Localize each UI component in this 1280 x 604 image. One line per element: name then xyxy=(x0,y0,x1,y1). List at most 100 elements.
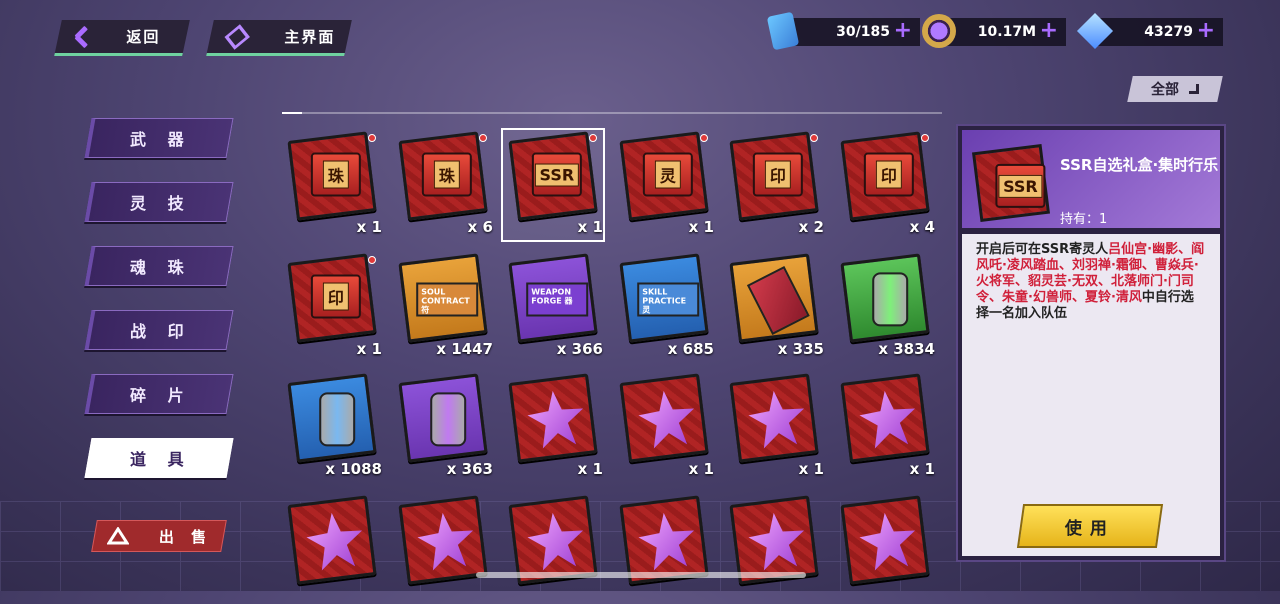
diamond-value: 43279 xyxy=(1144,24,1193,40)
inventory-item[interactable]: x 1 xyxy=(835,372,935,482)
inventory-item[interactable]: 印 x 1 xyxy=(282,252,382,362)
inventory-item[interactable] xyxy=(835,494,935,604)
item-quantity: x 6 xyxy=(467,218,493,236)
tab-soul-beads[interactable]: 魂 珠 xyxy=(84,246,234,286)
desc-prefix: 开启后可在SSR寄灵人 xyxy=(976,242,1109,257)
item-tag: 珠 xyxy=(433,160,460,189)
inventory-item[interactable]: SKILL PRACTICE 灵 x 685 xyxy=(614,252,714,362)
filter-label: 全部 xyxy=(1151,82,1179,98)
item-quantity: x 1 xyxy=(577,460,603,478)
star-shard-icon xyxy=(619,373,709,463)
inventory-item[interactable]: 印 x 2 xyxy=(724,130,824,240)
divider xyxy=(282,112,942,114)
inventory-item[interactable]: x 1088 xyxy=(282,372,382,482)
tab-weapons[interactable]: 武 器 xyxy=(84,118,234,158)
inventory-item[interactable] xyxy=(393,494,493,604)
tab-label: 武 器 xyxy=(129,130,192,149)
inventory-item[interactable]: WEAPON FORGE 器 x 366 xyxy=(503,252,603,362)
inventory-item[interactable]: x 3834 xyxy=(835,252,935,362)
inventory-item[interactable]: 印 x 4 xyxy=(835,130,935,240)
tab-label: 灵 技 xyxy=(129,194,192,213)
gift-box-icon: SSR xyxy=(508,131,598,221)
gift-box-icon: 珠 xyxy=(398,131,488,221)
blue-canister-icon xyxy=(287,373,377,463)
inventory-item[interactable]: x 1 xyxy=(614,372,714,482)
new-badge xyxy=(810,134,818,142)
stamina-value: 30/185 xyxy=(836,24,890,40)
tab-skills[interactable]: 灵 技 xyxy=(84,182,234,222)
inventory-item[interactable]: x 363 xyxy=(393,372,493,482)
book-icon xyxy=(729,253,819,343)
coin-value: 10.17M xyxy=(977,24,1036,40)
tab-label: 魂 珠 xyxy=(129,258,192,277)
diamond-add-button[interactable]: + xyxy=(1197,20,1215,42)
stamina-add-button[interactable]: + xyxy=(894,20,912,42)
stamina-counter: 30/185 + xyxy=(792,18,920,46)
inventory-item[interactable] xyxy=(724,494,824,604)
item-quantity: x 685 xyxy=(667,340,714,358)
ticket-icon: SOUL CONTRACT 符 xyxy=(398,253,488,343)
item-detail-panel: SSR SSR自选礼盒·集时行乐 持有：1 开启后可在SSR寄灵人吕仙宫·幽影、… xyxy=(956,124,1226,562)
item-detail-thumbnail: SSR xyxy=(971,143,1051,223)
sell-label: 出 售 xyxy=(159,527,213,546)
item-quantity: x 1 xyxy=(356,340,382,358)
inventory-item[interactable]: 珠 x 6 xyxy=(393,130,493,240)
inventory-item[interactable] xyxy=(503,494,603,604)
back-button[interactable]: 返回 xyxy=(54,20,190,56)
inventory-item[interactable] xyxy=(614,494,714,604)
star-shard-icon xyxy=(287,495,377,585)
tab-items[interactable]: 道 具 xyxy=(84,438,234,478)
home-diamond-icon xyxy=(224,23,251,50)
item-quantity: x 335 xyxy=(777,340,824,358)
item-quantity: x 3834 xyxy=(878,340,935,358)
coin-add-button[interactable]: + xyxy=(1040,20,1058,42)
item-tag: 灵 xyxy=(654,160,681,189)
tab-label: 战 印 xyxy=(129,322,192,341)
inventory-item[interactable]: x 1 xyxy=(503,372,603,482)
inventory-item[interactable]: 灵 x 1 xyxy=(614,130,714,240)
new-badge xyxy=(368,134,376,142)
inventory-item[interactable]: SOUL CONTRACT 符 x 1447 xyxy=(393,252,493,362)
item-quantity: x 366 xyxy=(556,340,603,358)
ticket-icon: SKILL PRACTICE 灵 xyxy=(619,253,709,343)
tab-label: 道 具 xyxy=(129,450,192,469)
item-detail-header: SSR SSR自选礼盒·集时行乐 持有：1 xyxy=(962,130,1220,228)
star-shard-icon xyxy=(840,495,930,585)
sell-button[interactable]: 出 售 xyxy=(91,520,227,552)
home-button[interactable]: 主界面 xyxy=(206,20,352,56)
item-quantity: x 1 xyxy=(688,218,714,236)
home-indicator xyxy=(476,572,806,578)
use-button[interactable]: 使用 xyxy=(1016,504,1164,548)
inventory-item[interactable]: x 1 xyxy=(724,372,824,482)
inventory-item[interactable]: SSR x 1 xyxy=(501,128,605,242)
new-badge xyxy=(700,134,708,142)
filter-dropdown[interactable]: 全部 xyxy=(1127,76,1223,102)
tab-fragments[interactable]: 碎 片 xyxy=(84,374,234,414)
item-tag: SSR xyxy=(534,163,580,187)
diamond-counter: 43279 + xyxy=(1095,18,1223,46)
item-quantity: x 1 xyxy=(688,460,714,478)
item-quantity: x 363 xyxy=(446,460,493,478)
new-badge xyxy=(368,256,376,264)
inventory-item[interactable]: 珠 x 1 xyxy=(282,130,382,240)
inventory-item[interactable] xyxy=(282,494,382,604)
coin-counter: 10.17M + xyxy=(938,18,1066,46)
new-badge xyxy=(589,134,597,142)
tab-seals[interactable]: 战 印 xyxy=(84,310,234,350)
item-quantity: x 1 xyxy=(577,218,603,236)
home-label: 主界面 xyxy=(284,28,336,46)
gift-box-icon: 印 xyxy=(729,131,819,221)
back-label: 返回 xyxy=(126,28,161,46)
item-tag: 印 xyxy=(322,282,349,311)
inventory-item[interactable]: x 335 xyxy=(724,252,824,362)
item-quantity: x 1447 xyxy=(436,340,493,358)
item-tag: 珠 xyxy=(322,160,349,189)
ticket-label: SKILL PRACTICE 灵 xyxy=(637,282,700,317)
item-quantity: x 1 xyxy=(909,460,935,478)
item-quantity: x 4 xyxy=(909,218,935,236)
star-shard-icon xyxy=(508,373,598,463)
item-quantity: x 2 xyxy=(798,218,824,236)
item-quantity: x 1 xyxy=(356,218,382,236)
item-quantity: x 1088 xyxy=(325,460,382,478)
gift-box-icon: 珠 xyxy=(287,131,377,221)
